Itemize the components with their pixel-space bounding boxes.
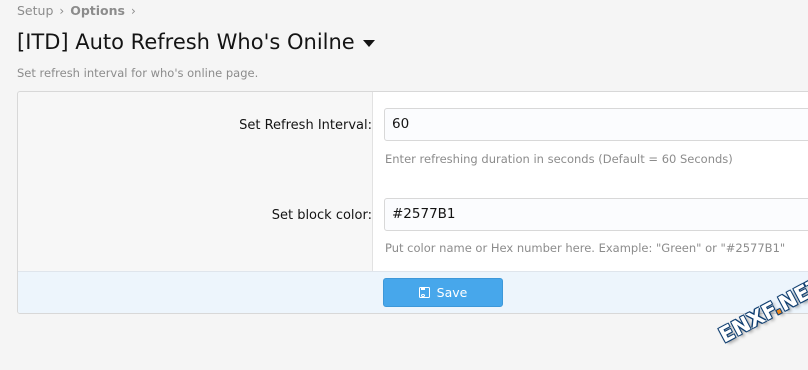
page-title-container: [ITD] Auto Refresh Who's Onilne <box>17 30 375 54</box>
form-row-refresh-interval: Set Refresh Interval: 60 Enter refreshin… <box>18 92 808 182</box>
refresh-interval-hint: Enter refreshing duration in seconds (De… <box>385 152 733 166</box>
form-row-block-color: Set block color: #2577B1 Put color name … <box>18 182 808 271</box>
page-description: Set refresh interval for who's online pa… <box>17 66 259 80</box>
save-icon <box>418 287 430 298</box>
chevron-right-icon: › <box>59 3 65 18</box>
save-button[interactable]: Save <box>383 278 503 307</box>
refresh-interval-label: Set Refresh Interval: <box>239 118 372 133</box>
breadcrumb-item-setup[interactable]: Setup <box>17 3 53 18</box>
refresh-interval-field-container: 60 Enter refreshing duration in seconds … <box>372 92 808 182</box>
block-color-field-container: #2577B1 Put color name or Hex number her… <box>372 182 808 271</box>
block-color-hint: Put color name or Hex number here. Examp… <box>385 241 786 255</box>
breadcrumb: Setup › Options › <box>17 3 136 18</box>
breadcrumb-item-options[interactable]: Options <box>70 3 125 18</box>
save-button-label: Save <box>436 285 468 300</box>
options-form-panel: Set Refresh Interval: 60 Enter refreshin… <box>17 91 808 314</box>
block-color-label: Set block color: <box>271 208 372 223</box>
refresh-interval-input[interactable]: 60 <box>384 108 808 141</box>
chevron-right-icon: › <box>130 3 136 18</box>
caret-down-icon[interactable] <box>362 40 375 47</box>
block-color-input[interactable]: #2577B1 <box>384 198 808 231</box>
page-title: [ITD] Auto Refresh Who's Onilne <box>17 30 355 54</box>
submit-row: Save <box>18 271 808 313</box>
